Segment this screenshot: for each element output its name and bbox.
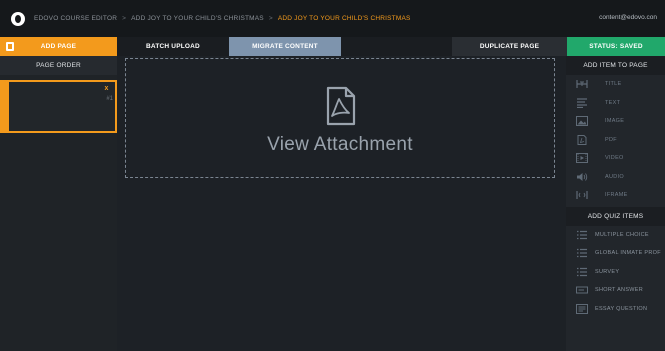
page-order-sidebar: PAGE ORDER x #1 <box>0 56 117 351</box>
breadcrumb-separator: > <box>122 15 127 22</box>
video-icon <box>576 153 588 164</box>
page-thumbnail[interactable]: x #1 <box>0 80 117 133</box>
add-page-icon <box>6 42 14 51</box>
image-icon <box>576 116 588 127</box>
toolbar: ADD PAGE BATCH UPLOAD MIGRATE CONTENT DU… <box>0 37 665 56</box>
item-label: TITLE <box>605 81 622 88</box>
text-icon <box>576 98 588 108</box>
essay-icon <box>576 303 588 314</box>
short-answer-icon <box>576 285 588 295</box>
add-quiz-title: ADD QUIZ ITEMS <box>566 206 665 226</box>
add-item-title: ADD ITEM TO PAGE <box>566 56 665 75</box>
add-pdf-item[interactable]: PDF <box>566 131 665 150</box>
list-icon <box>576 230 588 240</box>
top-bar: EDOVO COURSE EDITOR > ADD JOY TO YOUR CH… <box>0 0 665 37</box>
item-label: ESSAY QUESTION <box>595 305 648 312</box>
toolbar-spacer <box>341 37 452 56</box>
add-global-inmate-profile-item[interactable]: GLOBAL INMATE PROF <box>566 244 665 263</box>
breadcrumb-course-editor[interactable]: EDOVO COURSE EDITOR <box>34 15 117 22</box>
add-title-item[interactable]: TITLE <box>566 75 665 94</box>
pdf-attachment-block[interactable]: View Attachment <box>125 58 555 178</box>
iframe-icon <box>576 190 588 200</box>
add-multiple-choice-item[interactable]: MULTIPLE CHOICE <box>566 226 665 245</box>
add-image-item[interactable]: IMAGE <box>566 112 665 131</box>
breadcrumb-current-page: ADD JOY TO YOUR CHILD'S CHRISTMAS <box>277 15 411 22</box>
add-iframe-item[interactable]: IFRAME <box>566 186 665 205</box>
breadcrumb-separator: > <box>268 15 273 22</box>
migrate-content-button[interactable]: MIGRATE CONTENT <box>229 37 341 56</box>
add-essay-question-item[interactable]: ESSAY QUESTION <box>566 300 665 319</box>
add-page-label: ADD PAGE <box>40 43 77 50</box>
item-label: TEXT <box>605 99 621 106</box>
page-canvas: View Attachment <box>117 56 566 351</box>
page-number: #1 <box>106 96 113 102</box>
item-label: VIDEO <box>605 155 624 162</box>
item-panel: ADD ITEM TO PAGE TITLE TEXT IMAGE PDF VI… <box>566 56 665 351</box>
title-icon <box>576 79 588 89</box>
status-badge: STATUS: SAVED <box>567 37 665 56</box>
list-icon <box>576 267 588 277</box>
page-drag-handle[interactable] <box>0 80 9 133</box>
add-video-item[interactable]: VIDEO <box>566 149 665 168</box>
add-survey-item[interactable]: SURVEY <box>566 263 665 282</box>
breadcrumb: EDOVO COURSE EDITOR > ADD JOY TO YOUR CH… <box>34 15 411 22</box>
user-email[interactable]: content@edovo.con <box>599 14 657 21</box>
add-audio-item[interactable]: AUDIO <box>566 168 665 187</box>
item-label: IMAGE <box>605 118 625 125</box>
pdf-icon <box>326 86 356 126</box>
view-attachment-link[interactable]: View Attachment <box>267 134 413 156</box>
duplicate-page-button[interactable]: DUPLICATE PAGE <box>452 37 567 56</box>
breadcrumb-course[interactable]: ADD JOY TO YOUR CHILD'S CHRISTMAS <box>131 15 264 22</box>
add-page-button[interactable]: ADD PAGE <box>0 37 117 56</box>
audio-icon <box>576 172 588 182</box>
item-label: GLOBAL INMATE PROF <box>595 250 661 257</box>
page-order-title: PAGE ORDER <box>0 56 117 75</box>
item-label: SHORT ANSWER <box>595 287 644 294</box>
delete-page-icon[interactable]: x <box>100 83 113 94</box>
item-label: AUDIO <box>605 173 624 180</box>
list-icon <box>576 248 588 258</box>
add-text-item[interactable]: TEXT <box>566 94 665 113</box>
item-label: SURVEY <box>595 268 620 275</box>
edovo-logo-icon[interactable] <box>11 11 25 26</box>
add-short-answer-item[interactable]: SHORT ANSWER <box>566 281 665 300</box>
item-label: MULTIPLE CHOICE <box>595 231 649 238</box>
item-label: PDF <box>605 136 617 143</box>
batch-upload-button[interactable]: BATCH UPLOAD <box>117 37 229 56</box>
pdf-icon <box>576 134 588 145</box>
item-label: IFRAME <box>605 192 628 199</box>
